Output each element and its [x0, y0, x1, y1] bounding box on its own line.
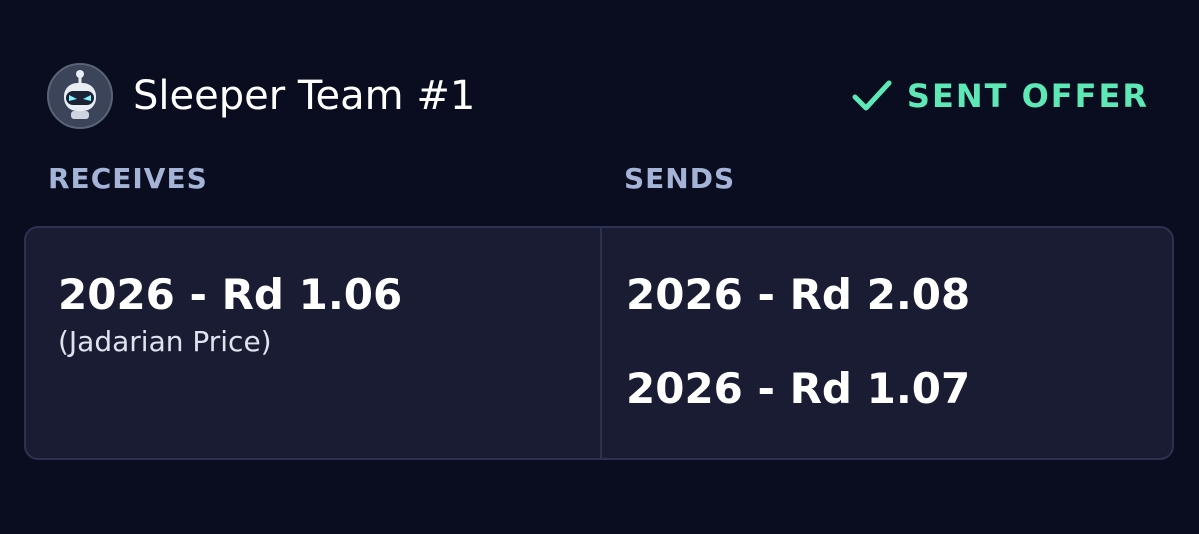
robot-mascot-icon: [49, 65, 111, 127]
column-divider: [600, 228, 602, 458]
team-avatar[interactable]: [47, 63, 113, 129]
receives-pick: 2026 - Rd 1.06: [58, 270, 403, 319]
offer-status-label: SENT OFFER: [906, 77, 1149, 115]
sends-pick-1: 2026 - Rd 2.08: [626, 270, 971, 319]
receives-column-label: RECEIVES: [48, 162, 208, 195]
sends-column-label: SENDS: [624, 162, 736, 195]
sends-pick-2: 2026 - Rd 1.07: [626, 364, 971, 413]
trade-details-card: 2026 - Rd 1.06 (Jadarian Price) 2026 - R…: [24, 226, 1174, 460]
checkmark-icon: [852, 80, 892, 111]
offer-status: SENT OFFER: [851, 75, 1149, 117]
receives-pick-player: (Jadarian Price): [58, 325, 272, 358]
trade-header: Sleeper Team #1 SENT OFFER: [47, 63, 1149, 129]
team-name[interactable]: Sleeper Team #1: [133, 69, 475, 123]
